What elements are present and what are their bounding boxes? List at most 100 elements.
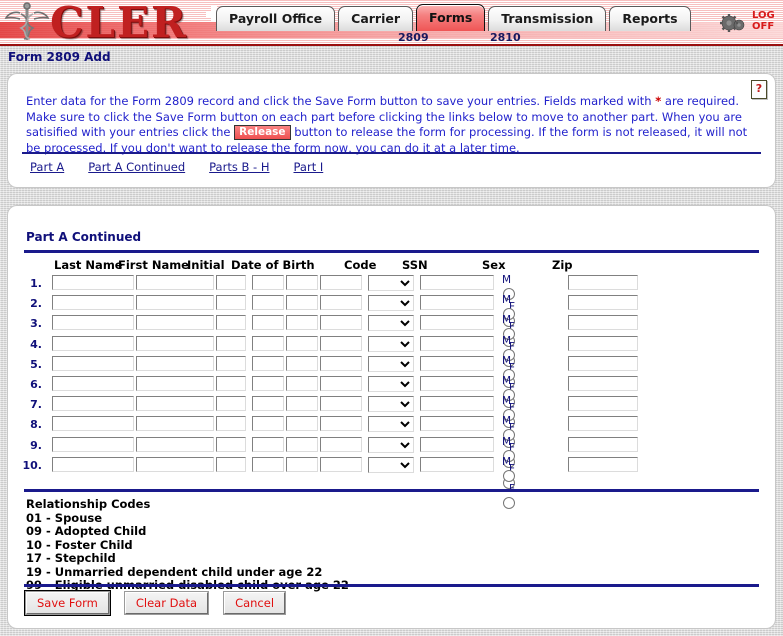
ssn-input[interactable] (420, 375, 494, 391)
nav-tab-reports[interactable]: Reports (609, 6, 691, 31)
initial-input[interactable] (216, 416, 246, 432)
dob-day-input[interactable] (286, 315, 318, 331)
dob-month-input[interactable] (252, 295, 284, 311)
initial-input[interactable] (216, 355, 246, 371)
sub-tab-2809[interactable]: 2809 (398, 31, 429, 44)
zip-input[interactable] (568, 355, 638, 371)
dob-year-input[interactable] (320, 456, 362, 472)
relationship-code-select[interactable]: 010910171999 (368, 375, 414, 392)
dob-year-input[interactable] (320, 315, 362, 331)
initial-input[interactable] (216, 456, 246, 472)
initial-input[interactable] (216, 375, 246, 391)
dob-year-input[interactable] (320, 436, 362, 452)
clear-data-button[interactable]: Clear Data (124, 592, 209, 614)
ssn-input[interactable] (420, 335, 494, 351)
dob-year-input[interactable] (320, 396, 362, 412)
last-name-input[interactable] (52, 355, 134, 371)
dob-month-input[interactable] (252, 396, 284, 412)
relationship-code-select[interactable]: 010910171999 (368, 456, 414, 473)
last-name-input[interactable] (52, 375, 134, 391)
relationship-code-select[interactable]: 010910171999 (368, 275, 414, 291)
dob-day-input[interactable] (286, 295, 318, 311)
zip-input[interactable] (568, 375, 638, 391)
logoff-button[interactable]: LOG OFF (752, 10, 782, 32)
dob-month-input[interactable] (252, 456, 284, 472)
dob-day-input[interactable] (286, 396, 318, 412)
dob-day-input[interactable] (286, 275, 318, 290)
relationship-code-select[interactable]: 010910171999 (368, 315, 414, 332)
first-name-input[interactable] (136, 436, 214, 452)
last-name-input[interactable] (52, 335, 134, 351)
dob-month-input[interactable] (252, 355, 284, 371)
zip-input[interactable] (568, 436, 638, 452)
ssn-input[interactable] (420, 396, 494, 412)
zip-input[interactable] (568, 295, 638, 311)
last-name-input[interactable] (52, 295, 134, 311)
dob-year-input[interactable] (320, 416, 362, 432)
sex-female-radio[interactable] (503, 496, 515, 509)
dob-year-input[interactable] (320, 275, 362, 290)
ssn-input[interactable] (420, 355, 494, 371)
dob-day-input[interactable] (286, 375, 318, 391)
zip-input[interactable] (568, 315, 638, 331)
ssn-input[interactable] (420, 295, 494, 311)
relationship-code-select[interactable]: 010910171999 (368, 436, 414, 453)
relationship-code-select[interactable]: 010910171999 (368, 355, 414, 372)
nav-tab-forms[interactable]: Forms (416, 4, 486, 31)
dob-month-input[interactable] (252, 315, 284, 331)
relationship-code-select[interactable]: 010910171999 (368, 396, 414, 413)
dob-month-input[interactable] (252, 275, 284, 290)
last-name-input[interactable] (52, 396, 134, 412)
last-name-input[interactable] (52, 315, 134, 331)
dob-year-input[interactable] (320, 375, 362, 391)
first-name-input[interactable] (136, 315, 214, 331)
first-name-input[interactable] (136, 355, 214, 371)
ssn-input[interactable] (420, 416, 494, 432)
zip-input[interactable] (568, 335, 638, 351)
initial-input[interactable] (216, 275, 246, 290)
dob-day-input[interactable] (286, 335, 318, 351)
first-name-input[interactable] (136, 396, 214, 412)
first-name-input[interactable] (136, 416, 214, 432)
part-link-part-a-continued[interactable]: Part A Continued (88, 160, 185, 174)
relationship-code-select[interactable]: 010910171999 (368, 416, 414, 433)
part-link-part-i[interactable]: Part I (294, 160, 324, 174)
dob-month-input[interactable] (252, 335, 284, 351)
cancel-button[interactable]: Cancel (224, 592, 286, 614)
first-name-input[interactable] (136, 456, 214, 472)
first-name-input[interactable] (136, 295, 214, 311)
zip-input[interactable] (568, 275, 638, 290)
ssn-input[interactable] (420, 436, 494, 452)
last-name-input[interactable] (52, 416, 134, 432)
dob-day-input[interactable] (286, 416, 318, 432)
ssn-input[interactable] (420, 275, 494, 290)
sub-tab-2810[interactable]: 2810 (490, 31, 521, 44)
first-name-input[interactable] (136, 375, 214, 391)
relationship-code-select[interactable]: 010910171999 (368, 335, 414, 352)
save-form-button[interactable]: Save Form (26, 592, 109, 614)
dob-day-input[interactable] (286, 456, 318, 472)
release-button[interactable]: Release (234, 125, 291, 140)
last-name-input[interactable] (52, 456, 134, 472)
last-name-input[interactable] (52, 275, 134, 290)
help-icon[interactable]: ? (751, 80, 767, 99)
zip-input[interactable] (568, 396, 638, 412)
part-link-parts-b-h[interactable]: Parts B - H (209, 160, 269, 174)
dob-month-input[interactable] (252, 375, 284, 391)
dob-month-input[interactable] (252, 436, 284, 452)
initial-input[interactable] (216, 396, 246, 412)
initial-input[interactable] (216, 315, 246, 331)
ssn-input[interactable] (420, 456, 494, 472)
nav-tab-carrier[interactable]: Carrier (338, 6, 414, 31)
initial-input[interactable] (216, 335, 246, 351)
dob-year-input[interactable] (320, 295, 362, 311)
dob-year-input[interactable] (320, 335, 362, 351)
nav-tab-payroll-office[interactable]: Payroll Office (216, 6, 336, 31)
dob-day-input[interactable] (286, 436, 318, 452)
dob-month-input[interactable] (252, 416, 284, 432)
relationship-code-select[interactable]: 010910171999 (368, 295, 414, 312)
last-name-input[interactable] (52, 436, 134, 452)
ssn-input[interactable] (420, 315, 494, 331)
initial-input[interactable] (216, 436, 246, 452)
nav-tab-transmission[interactable]: Transmission (488, 6, 607, 31)
